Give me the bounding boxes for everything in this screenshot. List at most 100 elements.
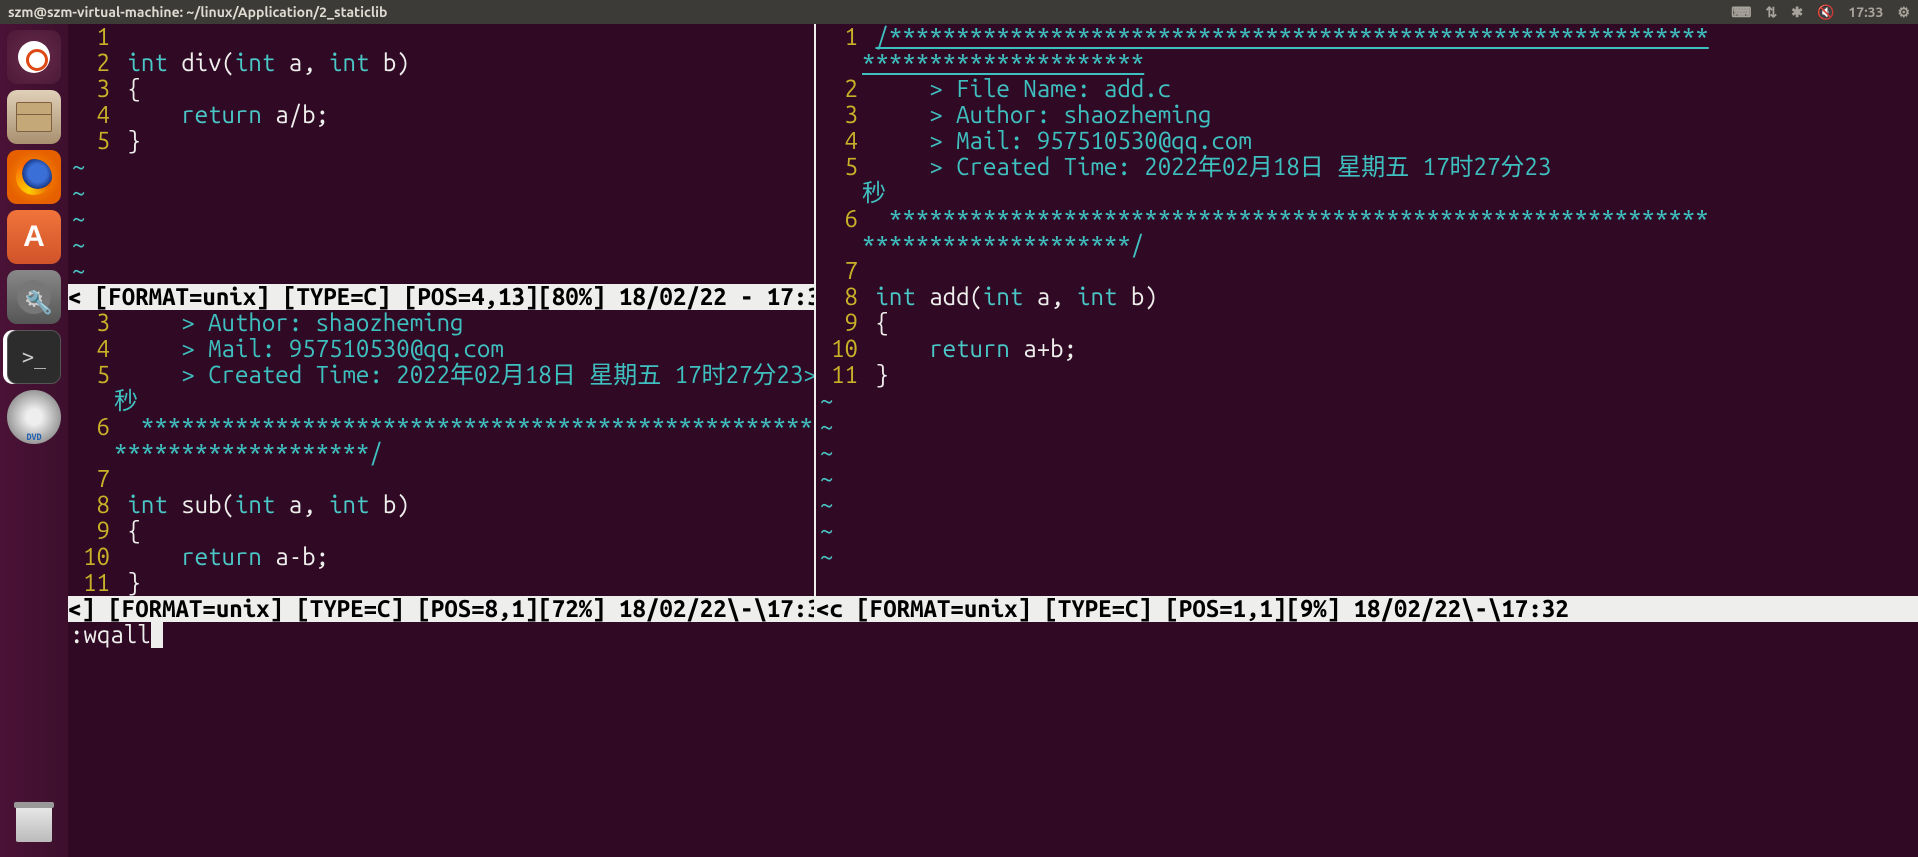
line-number: 2 [68,50,114,76]
code-line: ********************* [816,50,1918,76]
bluetooth-icon[interactable]: ✱ [1791,4,1803,21]
empty-line: ~ [68,232,814,258]
pane-top-left[interactable]: 1 2 int div(int a, int b)3 {4 return a/b… [68,24,814,310]
code-line: 3 > Author: shaozheming [68,310,814,336]
code-line: 4 > Mail: 957510530@qq.com [68,336,814,362]
code-line: 9 { [816,310,1918,336]
line-number: 6 [816,206,862,232]
line-number: 2 [816,76,862,102]
code-text: *******************/ [114,440,814,466]
volume-icon[interactable]: 🔇 [1817,4,1834,21]
code-line: 10 return a+b; [816,336,1918,362]
code-line: 5 } [68,128,814,154]
settings-icon[interactable]: 🔧 [7,270,61,324]
code-line: 1 [68,24,814,50]
line-number: 11 [816,362,862,388]
line-number: 10 [68,544,114,570]
line-number [816,180,862,206]
code-text: > Author: shaozheming [114,310,814,336]
code-text: > Author: shaozheming [862,102,1918,128]
code-text: int div(int a, int b) [114,50,814,76]
code-text: return a/b; [114,102,814,128]
line-number: 8 [816,284,862,310]
files-icon[interactable] [7,90,61,144]
empty-line: ~ [68,180,814,206]
terminal-window[interactable]: 1 2 int div(int a, int b)3 {4 return a/b… [68,24,1918,857]
line-number [68,440,114,466]
code-text: > File Name: add.c [862,76,1918,102]
code-line: 7 [68,466,814,492]
keyboard-icon[interactable]: ⌨ [1731,4,1751,21]
vim-commandline[interactable]: :wqall [68,622,1918,648]
code-line: 7 [816,258,1918,284]
code-line: 3 > Author: shaozheming [816,102,1918,128]
desktop: A 🔧 >_ DVD 1 2 int div(int a, int b)3 {4… [0,24,1918,857]
code-line: 1 /*************************************… [816,24,1918,50]
code-text [114,466,814,492]
bottom-statusbars: <] [FORMAT=unix] [TYPE=C] [POS=8,1][72%]… [68,596,1918,622]
line-number [68,388,114,414]
line-number: 7 [68,466,114,492]
code-line: 2 int div(int a, int b) [68,50,814,76]
code-line: 3 { [68,76,814,102]
code-text: { [114,518,814,544]
code-line: 秒 [68,388,814,414]
empty-line: ~ [816,414,1918,440]
code-text: 秒 [114,388,814,414]
code-text: ****************************************… [114,414,814,440]
code-line: 11 } [816,362,1918,388]
system-tray: ⌨ ⇅ ✱ 🔇 17:33 ⚙ [1731,4,1910,21]
window-title: szm@szm-virtual-machine: ~/linux/Applica… [8,4,1731,20]
disc-icon[interactable]: DVD [7,390,61,444]
code-text [862,258,1918,284]
line-number: 9 [68,518,114,544]
dash-icon[interactable] [7,30,61,84]
code-line: 8 int add(int a, int b) [816,284,1918,310]
pane-right[interactable]: 1 /*************************************… [816,24,1918,596]
code-text: /***************************************… [862,24,1918,50]
code-text: > Created Time: 2022年02月18日 星期五 17时27分23… [114,362,814,388]
empty-line: ~ [68,154,814,180]
terminal-icon[interactable]: >_ [7,330,61,384]
clock[interactable]: 17:33 [1848,4,1883,20]
code-text: > Created Time: 2022年02月18日 星期五 17时27分23 [862,154,1918,180]
network-icon[interactable]: ⇅ [1766,4,1778,21]
empty-line: ~ [68,206,814,232]
line-number: 8 [68,492,114,518]
line-number: 4 [816,128,862,154]
line-number: 1 [816,24,862,50]
line-number: 3 [68,310,114,336]
trash-icon[interactable] [7,795,61,849]
cursor-icon [151,622,163,648]
code-line: 5 > Created Time: 2022年02月18日 星期五 17时27分… [68,362,814,388]
line-number: 10 [816,336,862,362]
empty-line: ~ [816,388,1918,414]
pane-bottom-left[interactable]: 3 > Author: shaozheming4 > Mail: 9575105… [68,310,814,596]
code-text: 秒 [862,180,1918,206]
code-text: } [862,362,1918,388]
code-line: 2 > File Name: add.c [816,76,1918,102]
code-text [114,24,814,50]
empty-line: ~ [816,518,1918,544]
empty-line: ~ [68,258,814,284]
statusbar-top-left: < [FORMAT=unix] [TYPE=C] [POS=4,13][80%]… [68,284,814,310]
firefox-icon[interactable] [7,150,61,204]
line-number: 4 [68,336,114,362]
line-number: 5 [816,154,862,180]
code-text: } [114,128,814,154]
code-text: ****************************************… [862,206,1918,232]
right-column: 1 /*************************************… [816,24,1918,596]
empty-line: ~ [816,492,1918,518]
code-text: int add(int a, int b) [862,284,1918,310]
software-center-icon[interactable]: A [7,210,61,264]
power-icon[interactable]: ⚙ [1897,4,1910,21]
left-column: 1 2 int div(int a, int b)3 {4 return a/b… [68,24,816,596]
statusbar-bottom-left: <] [FORMAT=unix] [TYPE=C] [POS=8,1][72%]… [68,596,816,622]
line-number: 3 [68,76,114,102]
code-text: { [862,310,1918,336]
line-number: 9 [816,310,862,336]
line-number: 3 [816,102,862,128]
empty-line: ~ [816,440,1918,466]
code-text: } [114,570,814,596]
line-number: 5 [68,128,114,154]
